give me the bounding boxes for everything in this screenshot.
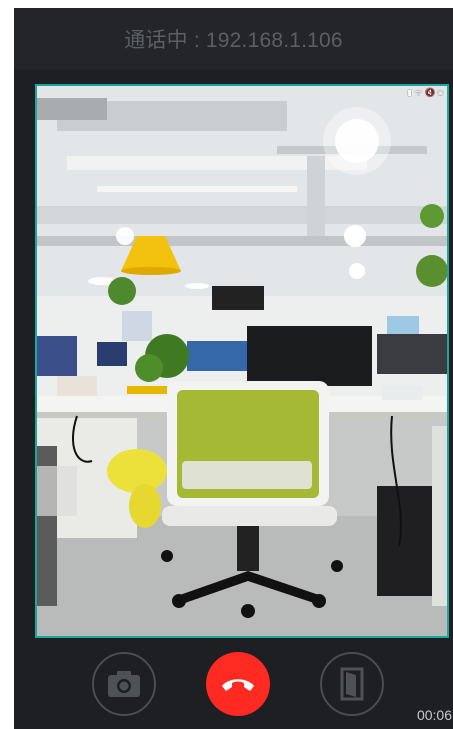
open-door-button[interactable] (320, 652, 384, 716)
door-open-icon (340, 667, 364, 701)
video-status-icons: ▮ ᯤ 🔇 ◙ (407, 88, 443, 98)
battery-icon: ▮ (407, 88, 412, 97)
call-controls: 00:06 (14, 648, 453, 729)
camera-icon: ◙ (438, 88, 443, 97)
office-scene (37, 86, 447, 636)
phone-hangup-icon (222, 679, 254, 691)
camera-icon (108, 671, 140, 697)
call-duration: 00:06 (416, 707, 452, 723)
wifi-icon: ᯤ (414, 88, 423, 97)
mute-icon: 🔇 (425, 88, 436, 97)
video-call-screen: 通话中 : 192.168.1.106 ▮ ᯤ 🔇 ◙ 00:06 (14, 8, 453, 729)
call-status-title: 通话中 : 192.168.1.106 (124, 29, 343, 52)
snapshot-button[interactable] (92, 652, 156, 716)
video-feed: ▮ ᯤ 🔇 ◙ (35, 84, 449, 638)
title-bar: 通话中 : 192.168.1.106 (14, 8, 453, 70)
hangup-button[interactable] (206, 652, 270, 716)
